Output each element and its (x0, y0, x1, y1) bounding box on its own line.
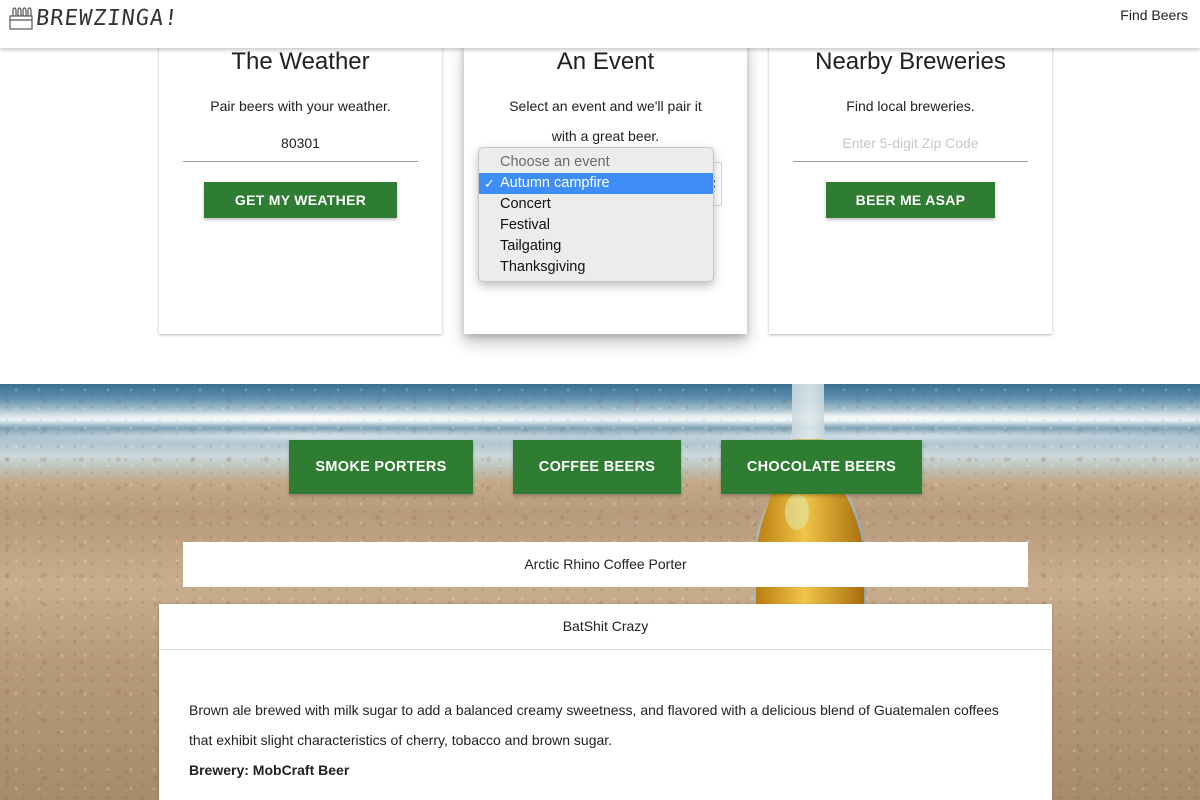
beach-background-section: SMOKE PORTERS COFFEE BEERS CHOCOLATE BEE… (0, 384, 1200, 800)
event-option-autumn-campfire[interactable]: ✓ Autumn campfire (479, 173, 713, 194)
weather-zip-input[interactable] (183, 124, 418, 162)
wave-decoration (0, 414, 1200, 422)
beer-result-expanded: BatShit Crazy Brown ale brewed with milk… (159, 604, 1052, 800)
event-option-label: Choose an event (500, 154, 610, 170)
event-option-thanksgiving[interactable]: Thanksgiving (479, 257, 713, 278)
coffee-beers-button[interactable]: COFFEE BEERS (513, 440, 681, 494)
event-card-title: An Event (556, 48, 655, 75)
beer-result-collapsed[interactable]: Arctic Rhino Coffee Porter (183, 542, 1028, 587)
breweries-card-title: Nearby Breweries (815, 48, 1006, 75)
event-option-label: Festival (500, 217, 550, 233)
event-option-placeholder[interactable]: Choose an event (479, 152, 713, 173)
event-option-festival[interactable]: Festival (479, 215, 713, 236)
beer-crate-icon (9, 7, 33, 30)
event-option-label: Autumn campfire (500, 175, 610, 191)
breweries-card: Nearby Breweries Find local breweries. B… (769, 40, 1052, 334)
event-option-tailgating[interactable]: Tailgating (479, 236, 713, 257)
weather-card-title: The Weather (231, 48, 370, 75)
find-beers-link[interactable]: Find Beers (1120, 7, 1188, 23)
smoke-porters-button[interactable]: SMOKE PORTERS (289, 440, 473, 494)
wave-decoration (0, 432, 1200, 440)
chocolate-beers-button[interactable]: CHOCOLATE BEERS (721, 440, 922, 494)
get-my-weather-button[interactable]: GET MY WEATHER (204, 182, 397, 218)
weather-card: The Weather Pair beers with your weather… (159, 40, 442, 334)
beer-description: Brown ale brewed with milk sugar to add … (189, 702, 999, 748)
event-option-concert[interactable]: Concert (479, 194, 713, 215)
weather-card-description: Pair beers with your weather. (210, 98, 391, 114)
beer-result-title[interactable]: BatShit Crazy (159, 604, 1052, 650)
beer-result-body: Brown ale brewed with milk sugar to add … (159, 650, 1052, 785)
beer-me-asap-button[interactable]: BEER ME ASAP (826, 182, 995, 218)
event-option-label: Concert (500, 196, 551, 212)
logo-text: BREWZINGA! (34, 5, 180, 31)
brand-logo[interactable]: BREWZINGA! (8, 4, 180, 32)
top-navbar: BREWZINGA! Find Beers (0, 0, 1200, 48)
brewery-zip-input[interactable] (793, 124, 1028, 162)
event-dropdown-menu: Choose an event ✓ Autumn campfire Concert… (478, 147, 714, 282)
event-option-label: Tailgating (500, 238, 562, 254)
checkmark-icon: ✓ (484, 176, 495, 191)
event-card-description: Select an event and we'll pair it with a… (509, 98, 702, 144)
breweries-card-description: Find local breweries. (846, 98, 975, 114)
brewery-name: Brewery: MobCraft Beer (189, 762, 350, 778)
event-option-label: Thanksgiving (500, 259, 586, 275)
